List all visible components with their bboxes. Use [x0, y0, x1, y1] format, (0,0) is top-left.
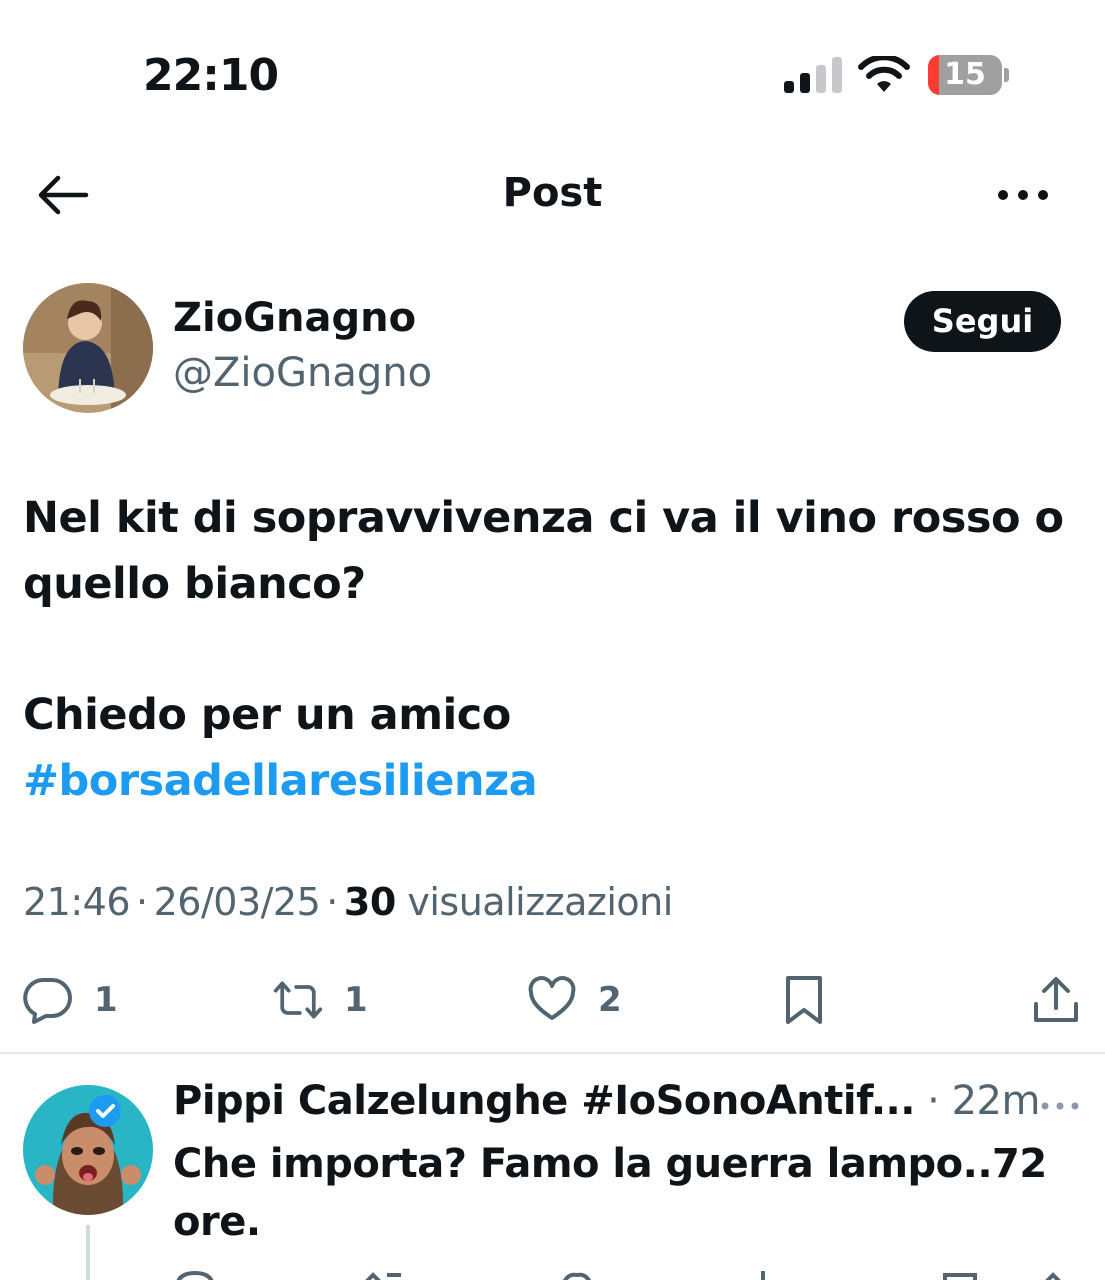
reply-time: 22m — [951, 1078, 1041, 1124]
heart-icon — [528, 976, 576, 1020]
page-title: Post — [502, 170, 603, 216]
views-label: visualizzazioni — [407, 880, 673, 924]
post-text-line: Chiedo per un amico — [23, 690, 511, 740]
cellular-signal-icon — [784, 57, 842, 93]
like-button[interactable]: 2 — [526, 974, 622, 1026]
follow-button[interactable]: Segui — [904, 291, 1061, 352]
share-icon — [1034, 977, 1078, 1022]
author-avatar[interactable] — [23, 283, 153, 413]
reply-header: Pippi Calzelunghe #IoSonoAntif... · 22m — [173, 1078, 1040, 1124]
post-date: 26/03/25 — [153, 880, 321, 924]
post-time: 21:46 — [23, 880, 131, 924]
views-count: 30 — [343, 880, 396, 924]
reply-button[interactable]: 1 — [22, 974, 118, 1026]
bookmark-icon — [786, 976, 822, 1024]
action-bar: 1 1 2 — [0, 960, 1105, 1040]
status-time: 22:10 — [143, 50, 279, 101]
reply-text: Che importa? Famo la guerra lampo..72 or… — [173, 1141, 1047, 1245]
author-handle[interactable]: @ZioGnagno — [173, 350, 432, 396]
thread-line — [86, 1225, 90, 1280]
top-nav: Post — [0, 150, 1105, 240]
bookmark-button[interactable] — [778, 974, 830, 1026]
comment-icon — [23, 977, 72, 1024]
wifi-icon — [858, 56, 910, 92]
reply-count: 1 — [94, 980, 118, 1020]
more-horizontal-icon[interactable] — [996, 182, 1050, 208]
battery-level: 15 — [944, 57, 986, 92]
post-meta: 21:46 · 26/03/25 · 30 visualizzazioni — [23, 880, 673, 924]
like-count: 2 — [598, 980, 622, 1020]
author-name[interactable]: ZioGnagno — [173, 295, 416, 341]
reply-author-name[interactable]: Pippi Calzelunghe #IoSonoAntif... — [173, 1078, 915, 1124]
status-bar: 22:10 15 — [0, 0, 1105, 150]
post-text: Nel kit di sopravvivenza ci va il vino r… — [23, 493, 1064, 609]
reply-avatar[interactable] — [23, 1085, 153, 1215]
battery-icon: 15 — [928, 55, 1010, 95]
repost-count: 1 — [344, 980, 368, 1020]
repost-button[interactable]: 1 — [272, 974, 368, 1026]
repost-icon — [273, 981, 323, 1019]
divider — [0, 1052, 1105, 1054]
more-horizontal-icon[interactable] — [1040, 1098, 1080, 1114]
share-button[interactable] — [1030, 974, 1082, 1026]
reply-action-bar — [176, 1270, 1061, 1280]
hashtag-link[interactable]: #borsadellaresilienza — [23, 748, 538, 814]
